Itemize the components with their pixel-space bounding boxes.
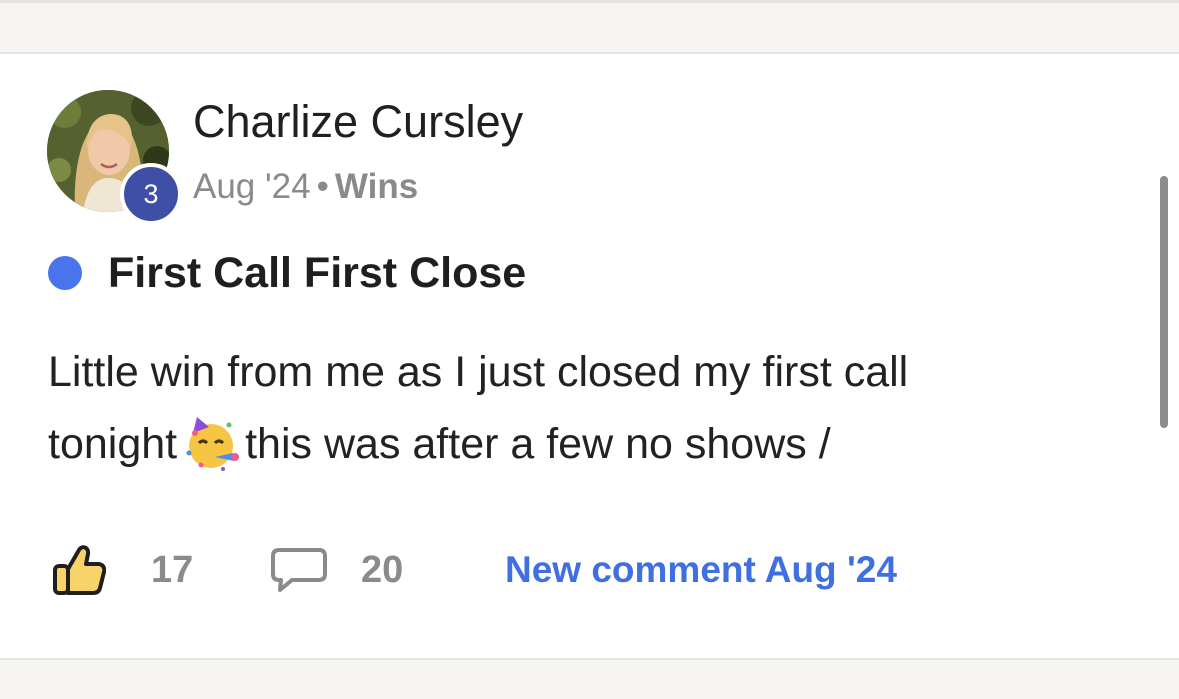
- new-comment-link[interactable]: New comment Aug '24: [505, 547, 897, 593]
- post-body-text-before-emoji: tonight: [48, 420, 178, 468]
- level-badge: 3: [120, 163, 182, 225]
- post-body[interactable]: Little win from me as I just closed my f…: [48, 336, 1108, 480]
- thumbs-up-icon[interactable]: [52, 543, 106, 597]
- post-category[interactable]: Wins: [335, 167, 418, 206]
- partying-face-emoji-icon: [186, 416, 240, 471]
- post-date[interactable]: Aug '24: [193, 167, 311, 206]
- feed-divider-top: [0, 0, 1179, 54]
- comment-count: 20: [361, 549, 404, 591]
- like-count: 17: [151, 549, 194, 591]
- scrollbar-thumb[interactable]: [1160, 176, 1168, 428]
- comment-bubble-icon[interactable]: [270, 546, 328, 594]
- meta-separator: •: [316, 167, 329, 206]
- feed-divider-bottom: [0, 658, 1179, 699]
- post-title[interactable]: First Call First Close: [108, 247, 526, 299]
- post-body-line-1: Little win from me as I just closed my f…: [48, 348, 909, 396]
- post-body-text-after-emoji: this was after a few no shows /: [245, 420, 831, 468]
- author-name[interactable]: Charlize Cursley: [193, 96, 523, 148]
- post-meta: Aug '24 • Wins: [193, 166, 418, 208]
- blue-dot-icon: [48, 256, 82, 290]
- post-body-line-2: tonight this was after a few no shows /: [48, 408, 1108, 480]
